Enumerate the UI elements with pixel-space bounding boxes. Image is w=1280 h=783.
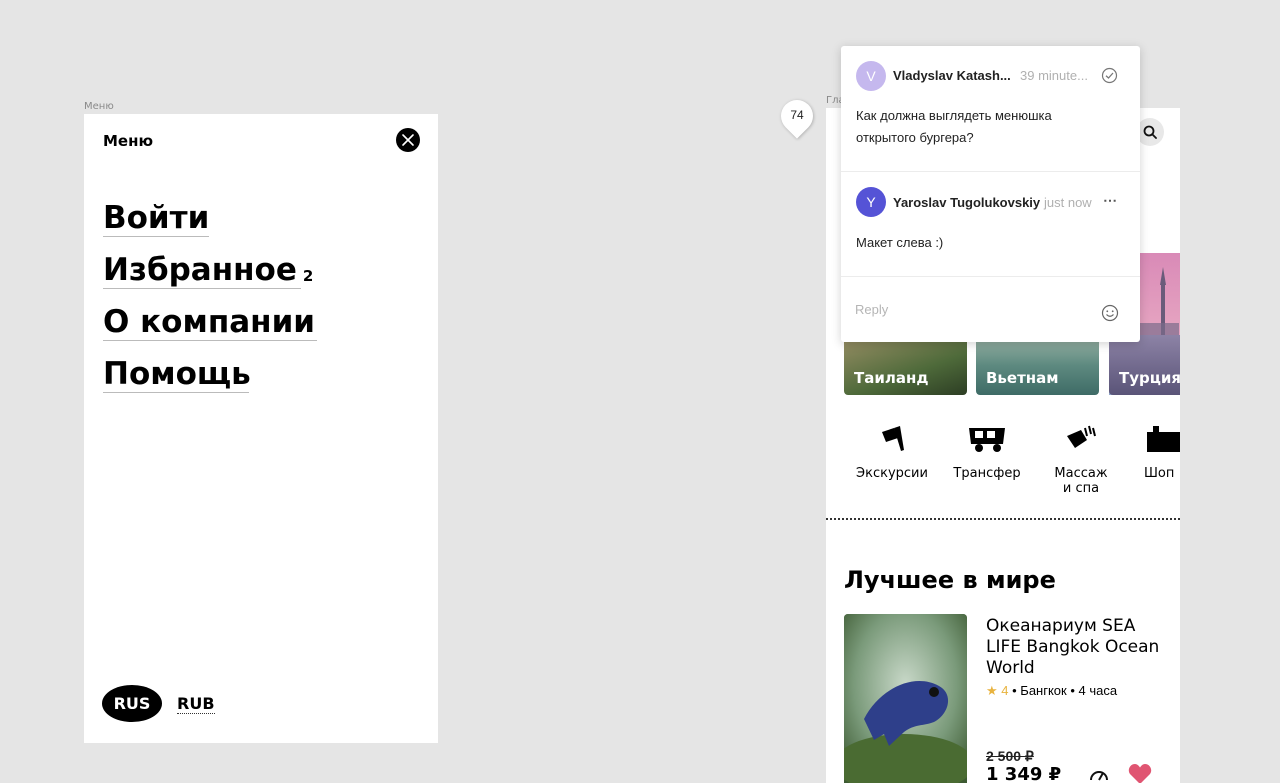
avatar: V xyxy=(856,61,886,91)
section-title: Лучшее в мире xyxy=(844,566,1056,594)
product-meta: ★ 4 • Бангкок • 4 часа xyxy=(986,683,1117,699)
instant-booking-icon xyxy=(1088,764,1110,783)
comment-author: Vladyslav Katash... xyxy=(893,68,1011,83)
comment-divider xyxy=(841,171,1140,172)
favorite-heart-icon[interactable] xyxy=(1128,763,1152,783)
service-massage-spa[interactable]: Массаж и спа xyxy=(1036,424,1126,496)
destination-label: Таиланд xyxy=(854,369,929,387)
menu-item-about[interactable]: О компании xyxy=(103,296,317,348)
comment-thread-popup: V Vladyslav Katash... 39 minute... Как д… xyxy=(841,46,1140,342)
destination-card-turkey[interactable]: Турция xyxy=(1109,335,1180,395)
frame-label-menu: Меню xyxy=(84,101,114,112)
flag-icon xyxy=(882,426,904,451)
menu-item-label: Помощь xyxy=(103,356,251,392)
service-label: Массаж и спа xyxy=(1054,466,1108,496)
destination-card-vietnam[interactable]: Вьетнам xyxy=(976,335,1099,395)
service-excursions[interactable]: Экскурсии xyxy=(847,424,937,481)
section-divider xyxy=(826,518,1180,520)
emoji-icon[interactable] xyxy=(1101,304,1119,327)
more-options-icon[interactable]: ⋯ xyxy=(1103,192,1117,209)
service-shopping[interactable]: Шоп xyxy=(1131,424,1180,481)
shopping-icon xyxy=(1147,426,1180,452)
close-icon[interactable] xyxy=(396,128,420,152)
language-selector[interactable]: RUS xyxy=(102,685,162,722)
product-image[interactable] xyxy=(844,614,967,783)
currency-selector[interactable]: RUB xyxy=(177,694,215,714)
old-price: 2 500 ₽ xyxy=(986,748,1034,764)
service-label: Экскурсии xyxy=(856,466,928,481)
menu-item-favorites[interactable]: Избранное 2 xyxy=(103,244,315,296)
reply-divider xyxy=(841,276,1140,277)
service-transfer[interactable]: Трансфер xyxy=(942,424,1032,481)
menu-item-login[interactable]: Войти xyxy=(103,192,315,244)
avatar: Y xyxy=(856,187,886,217)
menu-item-help[interactable]: Помощь xyxy=(103,348,315,400)
comment-text: Как должна выглядеть менюшка открытого б… xyxy=(856,108,1052,145)
service-label: Шоп xyxy=(1144,466,1175,481)
resolve-check-icon[interactable] xyxy=(1101,67,1118,89)
destination-card-thailand[interactable]: Таиланд xyxy=(844,335,967,395)
menu-item-label: Избранное xyxy=(103,252,297,288)
service-label: Трансфер xyxy=(953,466,1021,481)
menu-frame: Меню Войти Избранное 2 О компании Помощь … xyxy=(84,114,438,743)
comment-text: Макет слева :) xyxy=(856,235,944,250)
menu-list: Войти Избранное 2 О компании Помощь xyxy=(103,192,317,400)
menu-item-label: Войти xyxy=(103,200,210,236)
search-icon[interactable] xyxy=(1136,118,1164,146)
menu-title: Меню xyxy=(103,132,154,150)
comment-time: just now xyxy=(1044,195,1092,210)
massage-icon xyxy=(1067,425,1096,448)
price: 1 349 ₽ xyxy=(986,764,1062,783)
reply-input[interactable]: Reply xyxy=(855,302,888,317)
comment-pin-count: 74 xyxy=(790,108,804,122)
menu-item-label: О компании xyxy=(103,304,316,340)
star-rating: ★ 4 xyxy=(986,683,1009,698)
bus-icon xyxy=(969,428,1005,452)
comment-author: Yaroslav Tugolukovskiy xyxy=(893,195,1041,210)
product-location-duration: • Бангкок • 4 часа xyxy=(1012,683,1118,698)
destination-label: Вьетнам xyxy=(986,369,1059,387)
destination-label: Турция xyxy=(1119,369,1180,387)
comment-time: 39 minute... xyxy=(1020,68,1088,83)
favorites-count-badge: 2 xyxy=(302,267,314,285)
product-title[interactable]: Океанариум SEA LIFE Bangkok Ocean World xyxy=(986,616,1166,679)
